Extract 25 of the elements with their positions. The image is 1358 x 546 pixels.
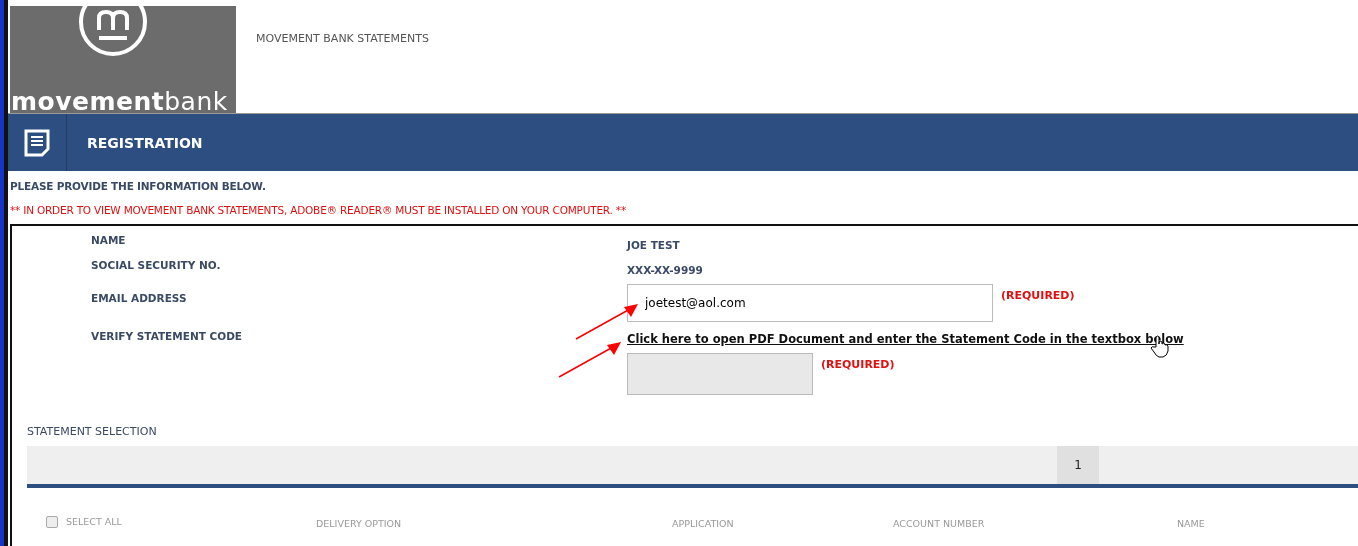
email-input-field[interactable]: joetest@aol.com — [627, 284, 993, 322]
column-header: NAME — [1177, 518, 1205, 529]
field-label: VERIFY STATEMENT CODE — [91, 330, 244, 342]
required-note: (REQUIRED) — [821, 358, 895, 371]
section-title: STATEMENT SELECTION — [27, 425, 158, 438]
field-label: EMAIL ADDRESS — [91, 292, 188, 304]
statement-code-field[interactable] — [627, 353, 813, 395]
document-list-icon — [24, 128, 50, 157]
column-header: ACCOUNT NUMBER — [893, 518, 985, 529]
column-header: SELECT ALL — [66, 516, 122, 527]
checkbox[interactable] — [46, 515, 58, 528]
field-label: SOCIAL SECURITY NO. — [91, 259, 222, 271]
column-header: DELIVERY OPTION — [316, 518, 402, 529]
instruction-text: PLEASE PROVIDE THE INFORMATION BELOW. — [10, 180, 267, 192]
field-value: XXX-XX-9999 — [627, 264, 703, 276]
required-note: (REQUIRED) — [1001, 289, 1075, 302]
site-title: MOVEMENT BANK STATEMENTS — [256, 32, 429, 45]
column-header: APPLICATION — [672, 518, 734, 529]
field-label: NAME — [91, 234, 127, 246]
section-title: REGISTRATION — [87, 134, 203, 151]
annotation-arrow — [557, 339, 623, 379]
field-value: JOE TEST — [627, 239, 680, 251]
warning-text: ** IN ORDER TO VIEW MOVEMENT BANK STATEMENTS, ADOBE® READER® MUST BE INSTALLED ON YOUR COMPUTER. ** — [10, 204, 627, 216]
bank-logo: movementbank — [10, 6, 236, 113]
page-button[interactable]: 1 — [1057, 446, 1099, 484]
